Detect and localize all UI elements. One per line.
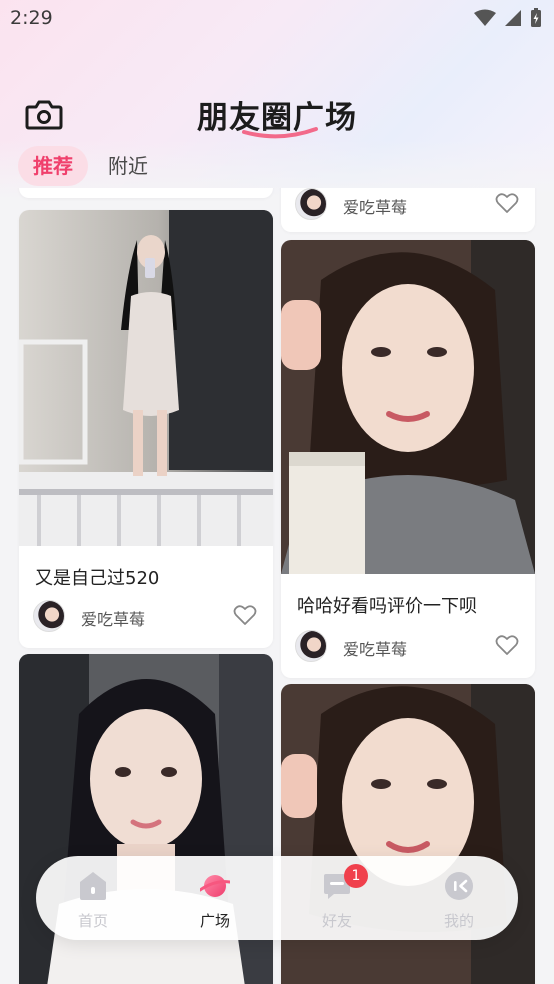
avatar[interactable] [33,600,65,632]
post-author-row: 爱吃草莓 [33,600,259,632]
nav-item-me[interactable]: 我的 [414,868,504,932]
author-name[interactable]: 爱吃草莓 [343,194,407,218]
post-author-row: 爱吃草莓 [295,188,521,220]
avatar[interactable] [295,630,327,662]
planet-icon [200,875,230,897]
heart-icon[interactable] [495,634,519,656]
unread-badge: 1 [344,864,368,888]
wifi-icon [474,9,496,26]
title-underline-decoration [242,127,318,139]
home-icon [80,872,106,900]
nav-label-square: 广场 [199,912,230,930]
post-author-row: 爱吃草莓 [295,630,521,662]
nav-label-me: 我的 [443,912,474,930]
cellular-signal-icon [505,10,521,26]
post-caption: 又是自己过520 [35,568,160,589]
author-name[interactable]: 爱吃草莓 [81,606,145,630]
nav-label-friends: 好友 [321,912,352,930]
tab-nearby[interactable]: 附近 [104,146,152,186]
status-time: 2:29 [10,7,53,29]
heart-icon[interactable] [495,192,519,214]
page-header: 朋友圈广场 [0,84,554,144]
feed-card-partial[interactable] [19,188,273,198]
battery-charging-icon [531,8,541,27]
heart-icon[interactable] [233,604,257,626]
feed-card[interactable]: 哈哈好看吗评价一下呗 爱吃草莓 [281,240,535,678]
profile-icon [445,872,473,900]
nav-item-square[interactable]: 广场 [170,868,260,932]
avatar[interactable] [295,188,327,220]
post-photo [281,240,535,574]
status-bar: 2:29 [0,0,554,38]
tab-recommended[interactable]: 推荐 [18,146,88,186]
author-name[interactable]: 爱吃草莓 [343,636,407,660]
nav-label-home: 首页 [77,912,108,930]
feed-card[interactable]: 爱吃草莓 [281,188,535,232]
bottom-nav: 首页 广场 1 好友 我的 [36,856,518,940]
post-photo [19,210,273,546]
feed-card[interactable]: 又是自己过520 爱吃草莓 [19,210,273,648]
nav-item-friends[interactable]: 1 好友 [292,864,382,932]
post-caption: 哈哈好看吗评价一下呗 [297,596,477,617]
feed-tabs: 推荐 附近 [18,146,152,186]
nav-item-home[interactable]: 首页 [48,868,138,932]
status-icons [474,8,542,28]
